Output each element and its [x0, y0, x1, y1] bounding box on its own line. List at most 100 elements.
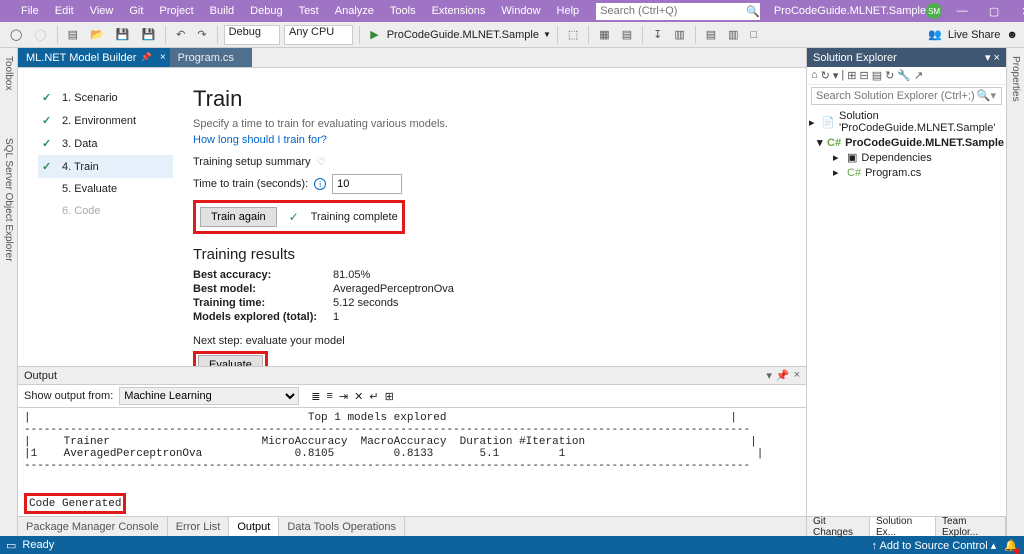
- tab-solution-explorer[interactable]: Solution Ex...: [870, 517, 936, 536]
- dropdown-icon[interactable]: ▾: [766, 369, 772, 382]
- tab-program-cs[interactable]: Program.cs: [170, 48, 252, 67]
- sol-icon[interactable]: ⊟: [859, 69, 868, 82]
- tab-output[interactable]: Output: [229, 517, 279, 536]
- chevron-right-icon[interactable]: ▸: [833, 166, 843, 179]
- wrench-icon[interactable]: 🔧: [897, 69, 911, 82]
- sync-icon[interactable]: ↻: [821, 69, 830, 82]
- output-textarea[interactable]: | Top 1 models explored | --------------…: [18, 408, 806, 491]
- sol-icon[interactable]: ⊞: [847, 69, 856, 82]
- close-icon[interactable]: ×: [794, 369, 800, 382]
- output-tool-icon[interactable]: ↵: [369, 390, 378, 403]
- close-tab-icon[interactable]: ×: [160, 52, 166, 63]
- search-icon[interactable]: 🔍: [746, 3, 760, 20]
- output-tool-icon[interactable]: ≡: [327, 390, 333, 402]
- platform-select[interactable]: Any CPU: [284, 25, 353, 45]
- live-share-button[interactable]: Live Share: [948, 29, 1001, 41]
- heart-icon[interactable]: ♡: [317, 157, 326, 168]
- toolbar-icon-3[interactable]: ▤: [618, 26, 636, 43]
- output-source-select[interactable]: Machine Learning: [119, 387, 299, 405]
- solution-search-input[interactable]: [811, 87, 1002, 105]
- tree-solution-root[interactable]: ▸📄Solution 'ProCodeGuide.MLNET.Sample': [809, 109, 1004, 135]
- toolbar-icon-4[interactable]: ↧: [649, 26, 666, 43]
- dropdown-icon[interactable]: ▾ ×: [985, 51, 1000, 64]
- toolbar-icon-2[interactable]: ▦: [595, 26, 613, 43]
- new-file-icon[interactable]: ▤: [64, 26, 82, 43]
- tree-program-cs[interactable]: ▸C#Program.cs: [809, 165, 1004, 180]
- tab-git-changes[interactable]: Git Changes: [807, 517, 870, 536]
- output-tool-icon[interactable]: ⇥: [339, 390, 348, 403]
- properties-tab[interactable]: Properties: [1010, 52, 1021, 106]
- toolbar-icon-5[interactable]: ▥: [670, 26, 688, 43]
- train-again-button[interactable]: Train again: [200, 207, 277, 227]
- step-data[interactable]: ✓3. Data: [38, 132, 173, 155]
- toolbox-tab[interactable]: Toolbox: [3, 52, 14, 94]
- notifications-icon[interactable]: 🔔: [1004, 539, 1018, 552]
- chevron-right-icon[interactable]: ▸: [833, 151, 843, 164]
- sql-server-tab[interactable]: SQL Server Object Explorer: [3, 134, 14, 266]
- time-input[interactable]: [332, 174, 402, 194]
- nav-fwd-icon[interactable]: ◯: [30, 26, 50, 43]
- feedback-icon[interactable]: ☻: [1006, 29, 1018, 41]
- evaluate-button[interactable]: Evaluate: [198, 355, 263, 366]
- menu-extensions[interactable]: Extensions: [425, 3, 493, 19]
- menu-project[interactable]: Project: [152, 3, 200, 19]
- menu-build[interactable]: Build: [203, 3, 241, 19]
- help-link[interactable]: How long should I train for?: [193, 134, 786, 146]
- output-tool-icon[interactable]: ⊞: [385, 390, 394, 403]
- config-select[interactable]: Debug: [224, 25, 280, 45]
- tab-data-tools[interactable]: Data Tools Operations: [279, 517, 405, 536]
- tab-team-explorer[interactable]: Team Explor...: [936, 517, 1006, 536]
- menu-debug[interactable]: Debug: [243, 3, 289, 19]
- sol-icon[interactable]: ▤: [872, 69, 882, 82]
- tab-error-list[interactable]: Error List: [168, 517, 230, 536]
- tab-model-builder[interactable]: ML.NET Model Builder 📌 ×: [18, 48, 170, 67]
- info-icon[interactable]: i: [314, 178, 326, 190]
- pin-icon[interactable]: 📌: [776, 369, 790, 382]
- maximize-button[interactable]: ▢: [982, 3, 1006, 20]
- save-all-icon[interactable]: 💾: [137, 26, 159, 43]
- menu-file[interactable]: File: [14, 3, 46, 19]
- step-scenario[interactable]: ✓1. Scenario: [38, 86, 173, 109]
- menu-help[interactable]: Help: [550, 3, 587, 19]
- redo-icon[interactable]: ↷: [193, 26, 210, 43]
- step-environment[interactable]: ✓2. Environment: [38, 109, 173, 132]
- live-share-icon[interactable]: 👥: [928, 28, 942, 41]
- search-icon[interactable]: 🔍▾: [977, 89, 996, 102]
- tree-dependencies[interactable]: ▸▣Dependencies: [809, 150, 1004, 165]
- nav-back-icon[interactable]: ◯: [6, 26, 26, 43]
- minimize-button[interactable]: —: [950, 3, 974, 19]
- output-tool-icon[interactable]: ≣: [311, 390, 320, 403]
- pin-icon[interactable]: 📌: [140, 52, 151, 63]
- start-target[interactable]: ProCodeGuide.MLNET.Sample: [387, 29, 539, 41]
- menu-test[interactable]: Test: [292, 3, 326, 19]
- sol-icon[interactable]: ▾: [833, 69, 839, 82]
- undo-icon[interactable]: ↶: [172, 26, 189, 43]
- sol-icon[interactable]: ↻: [885, 69, 894, 82]
- chevron-right-icon[interactable]: ▸: [809, 116, 817, 129]
- tree-project[interactable]: ▾C#ProCodeGuide.MLNET.Sample: [809, 135, 1004, 150]
- chevron-down-icon[interactable]: ▾: [817, 136, 823, 149]
- sol-icon[interactable]: ↗: [914, 69, 923, 82]
- home-icon[interactable]: ⌂: [811, 69, 818, 82]
- start-debug-button[interactable]: ▶: [366, 26, 382, 43]
- menu-window[interactable]: Window: [494, 3, 547, 19]
- step-train[interactable]: ✓4. Train: [38, 155, 173, 178]
- search-input[interactable]: [596, 3, 746, 20]
- close-button[interactable]: ✕: [1014, 3, 1024, 20]
- source-control-button[interactable]: ↑ Add to Source Control ▴: [872, 539, 997, 552]
- menu-tools[interactable]: Tools: [383, 3, 423, 19]
- menu-git[interactable]: Git: [122, 3, 150, 19]
- toolbar-icon-1[interactable]: ⬚: [564, 26, 582, 43]
- output-tool-icon[interactable]: ✕: [354, 390, 363, 403]
- user-badge[interactable]: SM: [926, 3, 942, 19]
- toolbar-icon-7[interactable]: ▥: [724, 26, 742, 43]
- open-icon[interactable]: 📂: [86, 26, 108, 43]
- save-icon[interactable]: 💾: [112, 26, 134, 43]
- toolbar-icon-8[interactable]: □: [747, 27, 762, 43]
- tab-package-manager[interactable]: Package Manager Console: [18, 517, 168, 536]
- menu-view[interactable]: View: [83, 3, 121, 19]
- menu-edit[interactable]: Edit: [48, 3, 81, 19]
- menu-analyze[interactable]: Analyze: [328, 3, 381, 19]
- toolbar-icon-6[interactable]: ▤: [702, 26, 720, 43]
- step-evaluate[interactable]: 5. Evaluate: [38, 178, 173, 200]
